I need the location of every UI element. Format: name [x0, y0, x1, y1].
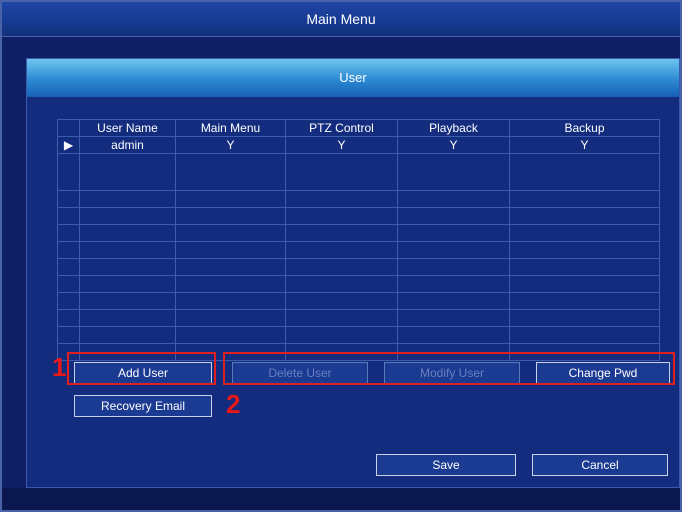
panel-title: User: [27, 59, 679, 97]
table-row-empty[interactable]: [57, 153, 660, 191]
table-row-empty[interactable]: [57, 275, 660, 293]
cell-ptz-control: Y: [285, 136, 398, 154]
cell-backup: Y: [509, 136, 660, 154]
column-header-backup: Backup: [509, 119, 660, 137]
table-header-row: User Name Main Menu PTZ Control Playback…: [57, 119, 660, 137]
user-panel: User User Name Main Menu PTZ Control Pla…: [26, 58, 680, 488]
recovery-email-button[interactable]: Recovery Email: [74, 395, 212, 417]
cell-playback: Y: [397, 136, 510, 154]
column-header-user-name: User Name: [79, 119, 176, 137]
main-menu-window: Main Menu User User Name Main Menu PTZ C…: [0, 0, 682, 512]
column-header-main-menu: Main Menu: [175, 119, 286, 137]
save-button[interactable]: Save: [376, 454, 516, 476]
annotation-label-1: 1: [52, 352, 67, 382]
table-row-empty[interactable]: [57, 190, 660, 208]
annotation-box-1: [67, 352, 216, 385]
cancel-button[interactable]: Cancel: [532, 454, 668, 476]
annotation-box-2: [223, 352, 675, 385]
column-header-playback: Playback: [397, 119, 510, 137]
table-row-empty[interactable]: [57, 258, 660, 276]
table-row-empty[interactable]: [57, 326, 660, 344]
annotation-label-2: 2: [226, 389, 241, 419]
table-row-empty[interactable]: [57, 207, 660, 225]
table-row-empty[interactable]: [57, 292, 660, 310]
cell-main-menu: Y: [175, 136, 286, 154]
table-row[interactable]: ▶ admin Y Y Y Y: [57, 136, 660, 154]
status-strip: [2, 488, 680, 510]
user-table: User Name Main Menu PTZ Control Playback…: [57, 119, 660, 361]
table-row-empty[interactable]: [57, 224, 660, 242]
column-header-ptz-control: PTZ Control: [285, 119, 398, 137]
table-row-empty[interactable]: [57, 241, 660, 259]
cell-user-name: admin: [79, 136, 176, 154]
row-pointer-icon: ▶: [57, 136, 80, 154]
column-header-pointer: [57, 119, 80, 137]
table-row-empty[interactable]: [57, 309, 660, 327]
window-title: Main Menu: [2, 2, 680, 37]
